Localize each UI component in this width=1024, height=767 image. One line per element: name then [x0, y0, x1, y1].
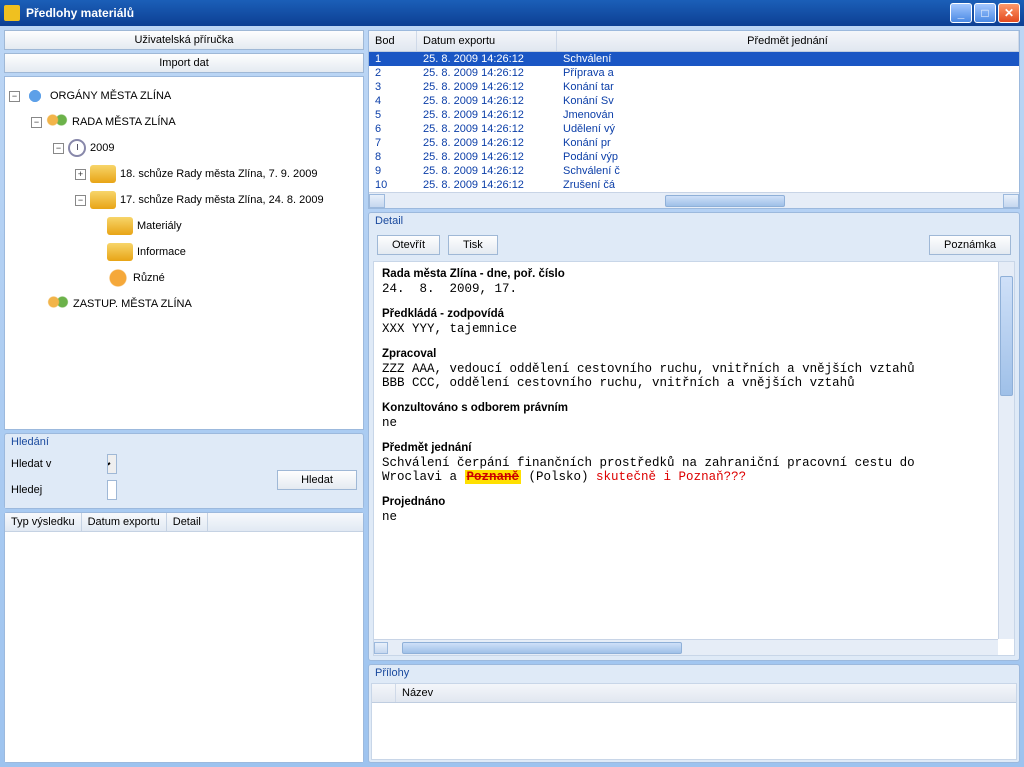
horn-icon — [107, 268, 129, 288]
col-bod[interactable]: Bod — [369, 31, 417, 51]
col-export-date[interactable]: Datum exportu — [417, 31, 557, 51]
value-consulted: ne — [382, 416, 988, 430]
grid-scrollbar-h[interactable] — [369, 192, 1019, 208]
folder-icon — [107, 243, 133, 261]
org-tree[interactable]: − ORGÁNY MĚSTA ZLÍNA − RADA MĚSTA ZLÍNA … — [4, 76, 364, 430]
search-button[interactable]: Hledat — [277, 470, 357, 490]
manual-button[interactable]: Uživatelská příručka — [4, 30, 364, 50]
value-author: ZZZ AAA, vedoucí oddělení cestovního ruc… — [382, 362, 988, 390]
results-panel: Typ výsledku Datum exportu Detail — [4, 512, 364, 763]
clock-icon — [68, 139, 86, 157]
label-subject: Předmět jednání — [382, 442, 988, 454]
search-panel: Hledání Hledat v RMZ a ZMZ Hledej Hledat — [4, 433, 364, 509]
window-title: Předlohy materiálů — [26, 6, 950, 20]
title-bar: Předlohy materiálů _ □ ✕ — [0, 0, 1024, 26]
table-row[interactable]: 525. 8. 2009 14:26:12Jmenován — [369, 108, 1019, 122]
print-button[interactable]: Tisk — [448, 235, 498, 255]
value-meeting: 24. 8. 2009, 17. — [382, 282, 988, 296]
table-row[interactable]: 325. 8. 2009 14:26:12Konání tar — [369, 80, 1019, 94]
table-row[interactable]: 225. 8. 2009 14:26:12Příprava a — [369, 66, 1019, 80]
results-body — [5, 532, 363, 762]
maximize-button[interactable]: □ — [974, 3, 996, 23]
table-row[interactable]: 825. 8. 2009 14:26:12Podání výp — [369, 150, 1019, 164]
detail-scrollbar-v[interactable] — [998, 262, 1014, 639]
scroll-right-icon[interactable] — [1003, 194, 1019, 208]
folder-icon — [90, 165, 116, 183]
open-button[interactable]: Otevřít — [377, 235, 440, 255]
minimize-button[interactable]: _ — [950, 3, 972, 23]
detail-title: Detail — [369, 213, 1019, 229]
items-grid[interactable]: Bod Datum exportu Předmět jednání 125. 8… — [368, 30, 1020, 209]
col-subject[interactable]: Předmět jednání — [557, 31, 1019, 51]
tree-meeting-18[interactable]: 18. schůze Rady města Zlína, 7. 9. 2009 — [120, 168, 318, 180]
collapse-icon[interactable]: − — [31, 117, 42, 128]
tree-various[interactable]: Různé — [133, 272, 165, 284]
results-header: Typ výsledku Datum exportu Detail — [5, 513, 363, 532]
close-button[interactable]: ✕ — [998, 3, 1020, 23]
value-discussed: ne — [382, 510, 988, 524]
table-row[interactable]: 425. 8. 2009 14:26:12Konání Sv — [369, 94, 1019, 108]
scrollbar-thumb[interactable] — [402, 642, 682, 654]
note-button[interactable]: Poznámka — [929, 235, 1011, 255]
tree-rada[interactable]: RADA MĚSTA ZLÍNA — [72, 116, 176, 128]
app-icon — [4, 5, 20, 21]
tree-materials[interactable]: Materiály — [137, 220, 182, 232]
scroll-left-icon[interactable] — [369, 194, 385, 208]
label-author: Zpracoval — [382, 348, 988, 360]
table-row[interactable]: 925. 8. 2009 14:26:12Schválení č — [369, 164, 1019, 178]
tree-zastup[interactable]: ZASTUP. MĚSTA ZLÍNA — [73, 298, 192, 310]
col-result-type[interactable]: Typ výsledku — [5, 513, 82, 531]
search-title: Hledání — [5, 434, 363, 450]
attachments-panel: Přílohy Název — [368, 664, 1020, 763]
detail-content: Rada města Zlína - dne, poř. číslo 24. 8… — [373, 261, 1015, 656]
expand-icon[interactable]: + — [75, 169, 86, 180]
search-in-label: Hledat v — [11, 458, 101, 470]
col-spacer — [372, 684, 396, 702]
scroll-left-icon[interactable] — [374, 642, 388, 654]
scrollbar-thumb[interactable] — [1000, 276, 1013, 396]
table-row[interactable]: 725. 8. 2009 14:26:12Konání pr — [369, 136, 1019, 150]
import-button[interactable]: Import dat — [4, 53, 364, 73]
label-meeting: Rada města Zlína - dne, poř. číslo — [382, 268, 988, 280]
tree-info[interactable]: Informace — [137, 246, 186, 258]
table-row[interactable]: 1025. 8. 2009 14:26:12Zrušení čá — [369, 178, 1019, 192]
search-text-label: Hledej — [11, 484, 101, 496]
col-name[interactable]: Název — [396, 684, 439, 702]
tree-root[interactable]: ORGÁNY MĚSTA ZLÍNA — [50, 90, 171, 102]
label-submitter: Předkládá - zodpovídá — [382, 308, 988, 320]
folder-icon — [90, 191, 116, 209]
highlighted-text: Poznaně — [465, 470, 522, 484]
tree-meeting-17[interactable]: 17. schůze Rady města Zlína, 24. 8. 2009 — [120, 194, 324, 206]
people-icon — [46, 112, 68, 132]
people-icon — [47, 294, 69, 314]
col-export-date[interactable]: Datum exportu — [82, 513, 167, 531]
table-row[interactable]: 125. 8. 2009 14:26:12Schválení — [369, 52, 1019, 66]
attachments-title: Přílohy — [369, 665, 1019, 681]
collapse-icon[interactable]: − — [9, 91, 20, 102]
value-submitter: XXX YYY, tajemnice — [382, 322, 988, 336]
label-consulted: Konzultováno s odborem právním — [382, 402, 988, 414]
collapse-icon[interactable]: − — [53, 143, 64, 154]
detail-panel: Detail Otevřít Tisk Poznámka Rada města … — [368, 212, 1020, 661]
folder-icon — [107, 217, 133, 235]
detail-scrollbar-h[interactable] — [374, 639, 998, 655]
tree-year[interactable]: 2009 — [90, 142, 114, 154]
table-row[interactable]: 625. 8. 2009 14:26:12Udělení vý — [369, 122, 1019, 136]
value-subject: Schválení čerpání finančních prostředků … — [382, 456, 988, 484]
label-discussed: Projednáno — [382, 496, 988, 508]
attachments-body — [372, 703, 1016, 759]
col-detail[interactable]: Detail — [167, 513, 208, 531]
scrollbar-thumb[interactable] — [665, 195, 785, 207]
collapse-icon[interactable]: − — [75, 195, 86, 206]
warning-text: skutečně i Poznaň??? — [596, 470, 746, 484]
crest-icon — [24, 86, 46, 106]
